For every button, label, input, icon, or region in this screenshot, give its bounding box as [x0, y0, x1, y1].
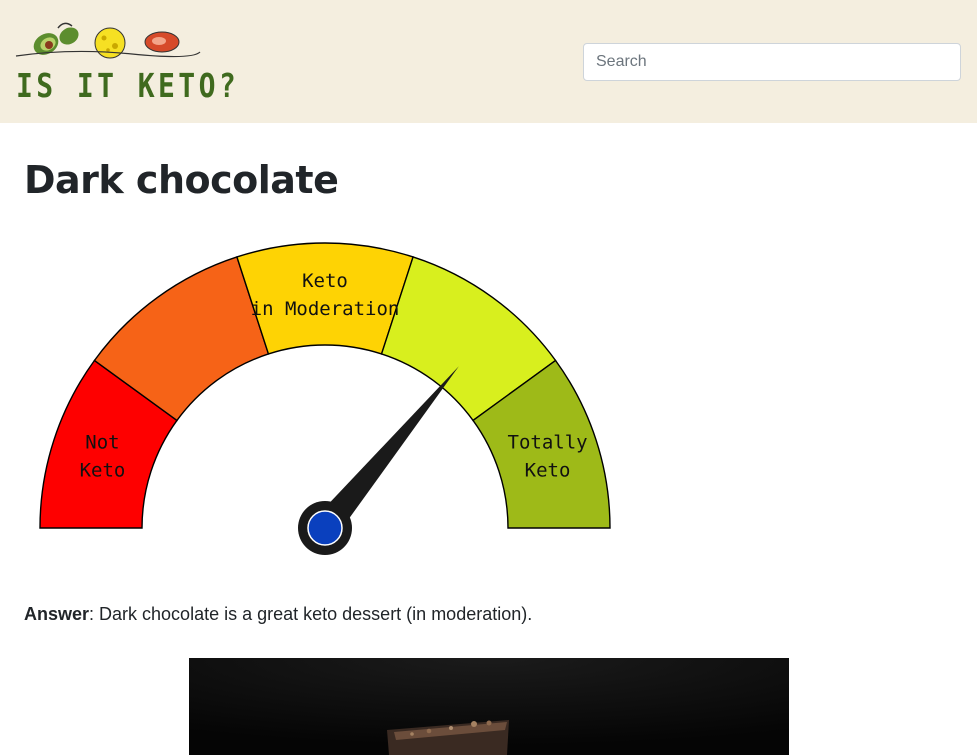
gauge-label-3-line2: in Moderation — [251, 298, 400, 320]
keto-gauge: Not Keto Keto in Moderation Totally Keto — [39, 242, 611, 555]
search-input[interactable] — [583, 43, 961, 81]
dark-chocolate-photo — [189, 658, 789, 755]
page-title: Dark chocolate — [24, 158, 339, 202]
answer-body: : Dark chocolate is a great keto dessert… — [89, 604, 533, 624]
site-header: IS IT KETO? — [0, 0, 977, 123]
gauge-label-1-line1: Not — [85, 432, 119, 454]
steak-icon — [144, 31, 180, 53]
logo-text[interactable]: IS IT KETO? — [16, 66, 239, 105]
gauge-label-5-line1: Totally — [508, 432, 588, 454]
gauge-label-1-line2: Keto — [80, 460, 126, 482]
answer-label: Answer — [24, 604, 90, 624]
gauge-hub — [307, 510, 343, 546]
gauge-label-3-line1: Keto — [302, 270, 348, 292]
gauge-label-5-line2: Keto — [525, 460, 571, 482]
answer-text: Answer: Dark chocolate is a great keto d… — [24, 604, 532, 625]
